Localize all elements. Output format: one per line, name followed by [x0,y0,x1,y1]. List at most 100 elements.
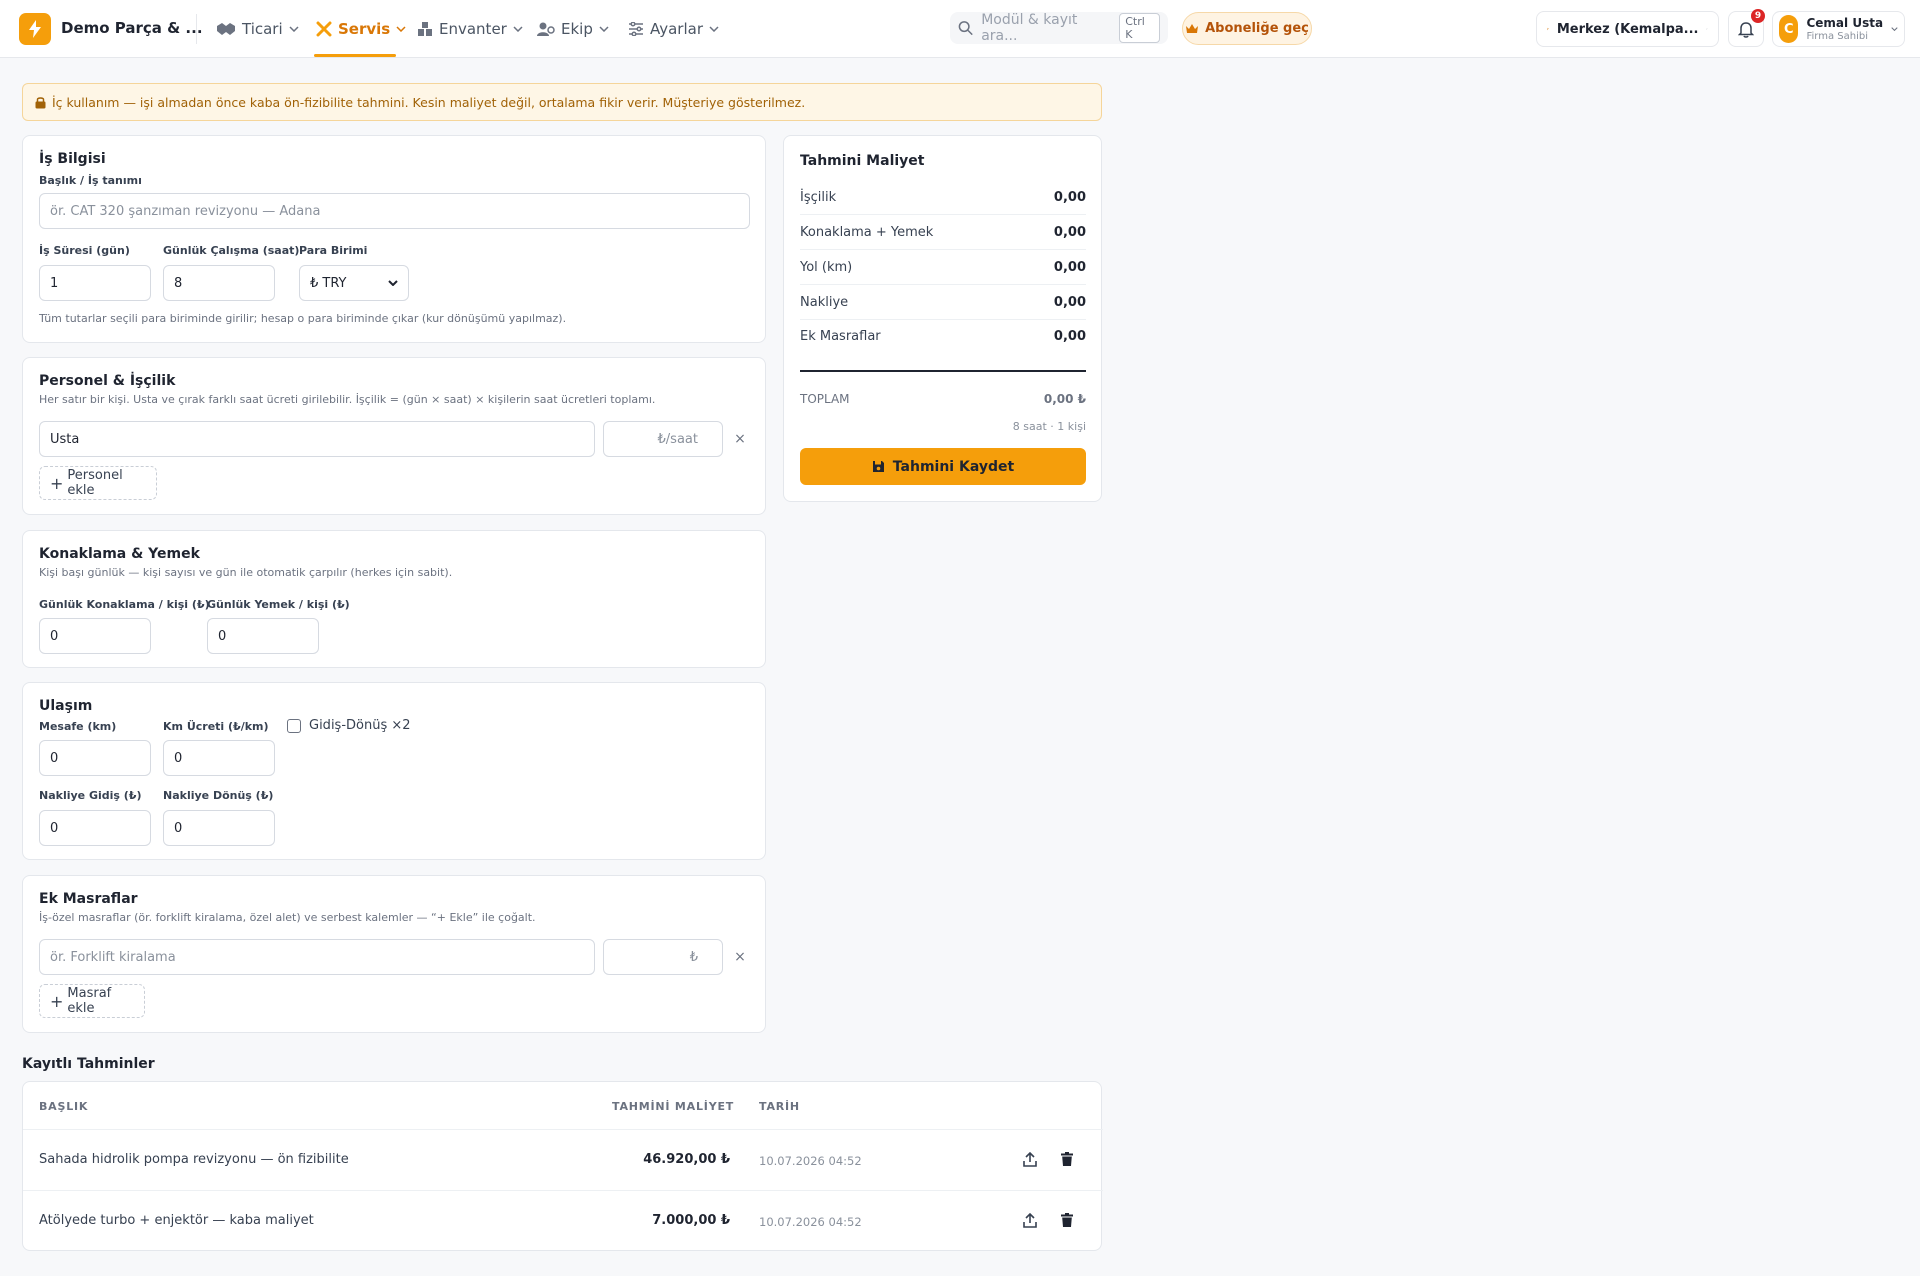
global-search[interactable]: Modül & kayıt ara... Ctrl K [950,12,1168,44]
internal-use-warning: İç kullanım — işi almadan önce kaba ön-f… [22,83,1102,121]
team-icon [537,22,555,36]
user-name: Cemal Usta [1806,15,1884,30]
personnel-name-input[interactable] [39,421,595,457]
cost-summary-card: Tahmini Maliyet İşçilik 0,00 Konaklama +… [783,135,1102,502]
search-shortcut: Ctrl K [1119,13,1160,43]
ship-out-label: Nakliye Gidiş (₺) [39,789,142,802]
summary-row-value: 0,00 [1053,189,1086,205]
search-icon [958,21,973,36]
brand-name[interactable]: Demo Parça & ... [61,19,203,37]
nav-ayarlar-label: Ayarlar [650,20,704,38]
summary-row-label: Konaklama + Yemek [800,224,934,240]
nav-divider [196,14,197,44]
meal-input[interactable] [207,618,319,654]
lodging-title: Konaklama & Yemek [39,546,200,562]
nav-ticari[interactable]: Ticari [216,18,299,40]
summary-title: Tahmini Maliyet [800,153,925,169]
ship-out-input[interactable] [39,810,151,846]
extra-cost-name-input[interactable] [39,939,595,975]
nav-envanter[interactable]: Envanter [417,18,523,40]
extra-cost-amount-input[interactable] [603,939,723,975]
trash-icon [1061,1152,1073,1166]
currency-value: ₺ TRY [310,275,347,291]
personnel-card: Personel & İşçilik Her satır bir kişi. U… [22,357,766,515]
notifications-button[interactable]: 9 [1728,9,1765,47]
summary-divider [800,370,1086,372]
nav-ayarlar[interactable]: Ayarlar [628,18,719,40]
row-title: Atölyede turbo + enjektör — kaba maliyet [39,1213,314,1228]
save-estimate-button[interactable]: Tahmini Kaydet [800,448,1086,485]
roundtrip-checkbox[interactable] [287,718,301,733]
export-button[interactable] [1021,1211,1039,1229]
km-fee-label: Km Ücreti (₺/km) [163,720,269,733]
nav-ekip-label: Ekip [561,20,593,38]
duration-input[interactable] [39,265,151,301]
row-title: Sahada hidrolik pompa revizyonu — ön fiz… [39,1152,349,1167]
add-extra-cost-button[interactable]: + Masraf ekle [39,984,145,1018]
lodging-input[interactable] [39,618,151,654]
roundtrip-toggle[interactable]: Gidiş-Dönüş ×2 [287,718,411,733]
lodging-desc: Kişi başı günlük — kişi sayısı ve gün il… [39,566,453,579]
chevron-down-icon [709,26,719,32]
branch-label: Merkez (Kemalpa... [1556,21,1699,37]
saved-estimates-table: BAŞLIK TAHMİNİ MALİYET TARİH Sahada hidr… [22,1081,1103,1251]
avatar: C [1779,15,1799,43]
summary-row-value: 0,00 [1053,259,1086,275]
tools-icon [316,21,332,37]
daily-hours-input[interactable] [163,265,275,301]
nav-servis[interactable]: Servis [316,18,406,40]
extra-costs-title: Ek Masraflar [39,891,138,907]
upload-icon [1023,1212,1037,1228]
plus-icon: + [50,473,64,493]
distance-input[interactable] [39,740,151,776]
crown-icon [1186,24,1199,33]
upload-icon [1023,1151,1037,1167]
user-menu[interactable]: C Cemal Usta Firma Sahibi [1772,11,1905,47]
ship-back-input[interactable] [163,810,275,846]
chevron-down-icon [599,26,609,32]
bell-icon [1738,21,1754,38]
nav-ekip[interactable]: Ekip [537,18,609,40]
chevron-down-icon [289,26,299,32]
summary-row-label: İşçilik [800,189,837,205]
row-date: 10.07.2026 04:52 [759,1154,862,1168]
user-role: Firma Sahibi [1806,30,1868,42]
summary-row-label: Yol (km) [800,259,853,275]
subscribe-button[interactable]: Aboneliğe geç [1182,12,1312,45]
total-label: TOPLAM [800,392,850,406]
km-fee-input[interactable] [163,740,275,776]
row-date: 10.07.2026 04:52 [759,1215,862,1229]
trash-icon [1061,1213,1073,1227]
git-branch-icon [1547,27,1549,31]
chevron-down-icon [513,26,523,32]
summary-row-value: 0,00 [1053,294,1086,310]
add-personnel-button[interactable]: + Personel ekle [39,466,157,500]
currency-select[interactable]: ₺ TRY [299,265,409,301]
job-title-input[interactable] [39,193,750,229]
table-row[interactable]: Sahada hidrolik pompa revizyonu — ön fiz… [23,1129,1103,1190]
saved-estimates-title: Kayıtlı Tahminler [22,1056,155,1072]
job-info-card: İş Bilgisi Başlık / İş tanımı İş Süresi … [22,135,766,343]
summary-row-lodging: Konaklama + Yemek 0,00 [800,215,1086,250]
chevron-down-icon [396,26,406,32]
close-icon: × [734,431,746,447]
add-personnel-label: Personel ekle [67,468,123,498]
transport-card: Ulaşım Mesafe (km) Km Ücreti (₺/km) Gidi… [22,682,766,860]
remove-personnel-button[interactable]: × [731,430,749,448]
personnel-rate-input[interactable] [603,421,723,457]
delete-button[interactable] [1058,1150,1076,1168]
delete-button[interactable] [1058,1211,1076,1229]
close-icon: × [734,949,746,965]
export-button[interactable] [1021,1150,1039,1168]
roundtrip-label: Gidiş-Dönüş ×2 [309,718,411,733]
job-title-label: Başlık / İş tanımı [39,174,142,187]
branch-selector[interactable]: Merkez (Kemalpa... [1536,11,1719,47]
chevron-down-icon [388,280,398,286]
transport-title: Ulaşım [39,698,93,714]
row-cost: 46.920,00 ₺ [643,1152,730,1167]
brand-logo[interactable] [19,13,51,45]
personnel-title: Personel & İşçilik [39,373,176,389]
table-row[interactable]: Atölyede turbo + enjektör — kaba maliyet… [23,1190,1103,1251]
remove-extra-cost-button[interactable]: × [731,948,749,966]
summary-row-label: Ek Masraflar [800,329,881,344]
